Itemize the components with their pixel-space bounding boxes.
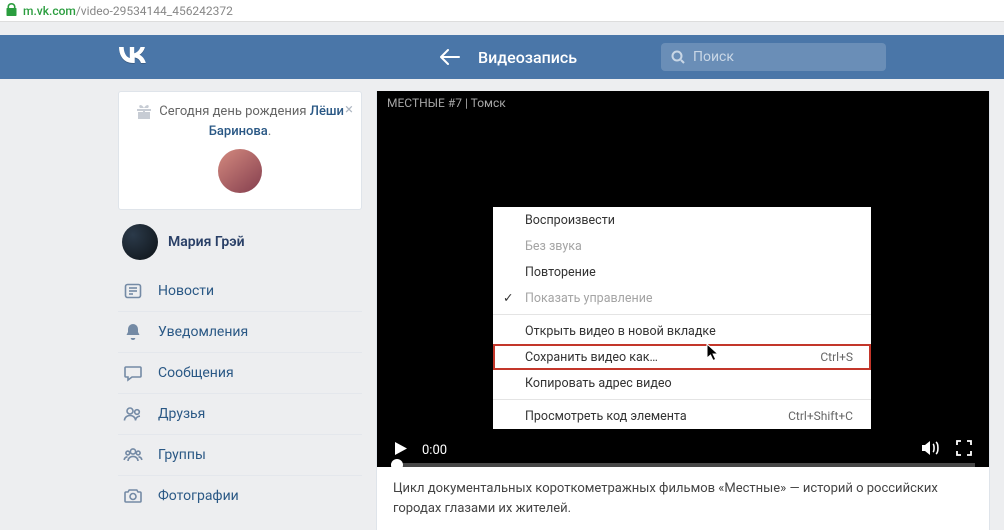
back-arrow-icon[interactable] xyxy=(440,49,460,65)
bell-icon xyxy=(122,322,144,342)
menu-item-label: Сохранить видео как… xyxy=(525,350,658,365)
menu-item-label: Просмотреть код элемента xyxy=(525,409,687,424)
fullscreen-icon[interactable] xyxy=(955,439,973,461)
url-host: m.vk.com xyxy=(23,4,76,18)
nav-messages[interactable]: Сообщения xyxy=(118,352,362,393)
nav-groups[interactable]: Группы xyxy=(118,434,362,475)
video-title: МЕСТНЫЕ #7 | Томск xyxy=(377,91,989,115)
birthday-prefix: Сегодня день рождения xyxy=(159,104,310,119)
vk-topbar: Видеозапись Поиск xyxy=(0,35,1004,79)
video-pane: МЕСТНЫЕ #7 | Томск Воспроизвести Без звук… xyxy=(376,91,990,530)
menu-item-label: Повторение xyxy=(525,265,596,280)
context-menu-item[interactable]: Просмотреть код элемента Ctrl+Shift+C xyxy=(493,403,871,429)
vk-logo-icon[interactable] xyxy=(118,47,148,67)
menu-item-label: Открыть видео в новой вкладке xyxy=(525,324,716,339)
search-input[interactable]: Поиск xyxy=(661,43,886,71)
volume-icon[interactable] xyxy=(921,439,941,461)
nav-label: Уведомления xyxy=(158,324,248,340)
menu-item-shortcut: Ctrl+S xyxy=(820,350,853,364)
friends-icon xyxy=(122,404,144,424)
message-icon xyxy=(122,363,144,383)
context-menu-separator xyxy=(493,314,871,315)
search-icon xyxy=(671,50,685,64)
profile-name: Мария Грэй xyxy=(168,234,245,250)
context-menu-item[interactable]: Воспроизвести xyxy=(493,207,871,233)
context-menu-separator xyxy=(493,399,871,400)
nav-label: Друзья xyxy=(158,406,205,422)
video-description: Цикл документальных короткометражных фил… xyxy=(377,467,989,530)
context-menu-item[interactable]: Копировать адрес видео xyxy=(493,370,871,396)
context-menu: Воспроизвести Без звука Повторение ✓ Показат… xyxy=(493,207,871,429)
search-placeholder: Поиск xyxy=(693,49,734,65)
menu-item-label: Копировать адрес видео xyxy=(525,376,672,391)
profile-row[interactable]: Мария Грэй xyxy=(118,210,362,270)
close-icon[interactable]: × xyxy=(345,98,353,121)
context-menu-item[interactable]: Сохранить видео как… Ctrl+S xyxy=(493,344,871,370)
progress-bar[interactable] xyxy=(391,463,975,467)
newspaper-icon xyxy=(122,281,144,301)
groups-icon xyxy=(122,445,144,465)
url-path: /video-29534144_456242372 xyxy=(76,4,233,18)
nav-label: Фотографии xyxy=(158,488,239,504)
menu-item-label: Без звука xyxy=(525,239,582,254)
birthday-card: × Сегодня день рождения Лёши Баринова. xyxy=(118,91,362,210)
nav-news[interactable]: Новости xyxy=(118,270,362,311)
menu-item-label: Воспроизвести xyxy=(525,213,615,228)
browser-url-bar[interactable]: m.vk.com /video-29534144_456242372 xyxy=(0,0,1004,22)
video-player[interactable]: Воспроизвести Без звука Повторение ✓ Показат… xyxy=(377,115,989,467)
nav-photos[interactable]: Фотографии xyxy=(118,475,362,516)
sidebar: × Сегодня день рождения Лёши Баринова. М… xyxy=(118,91,362,530)
camera-icon xyxy=(122,486,144,506)
lock-icon xyxy=(6,3,17,19)
nav-label: Группы xyxy=(158,447,206,463)
check-icon: ✓ xyxy=(503,290,513,306)
page-title: Видеозапись xyxy=(478,48,577,67)
play-icon[interactable] xyxy=(393,441,408,460)
birthday-suffix: . xyxy=(268,124,271,139)
nav-label: Сообщения xyxy=(158,365,234,381)
progress-knob[interactable] xyxy=(391,459,403,471)
profile-avatar xyxy=(122,224,158,260)
nav-label: Новости xyxy=(158,283,214,299)
menu-item-shortcut: Ctrl+Shift+C xyxy=(788,409,853,423)
player-controls: 0:00 xyxy=(377,433,989,467)
birthday-avatar[interactable] xyxy=(218,149,262,193)
nav-list: Новости Уведомления Сообщения Друзья xyxy=(118,270,362,516)
context-menu-item: Без звука xyxy=(493,233,871,259)
nav-friends[interactable]: Друзья xyxy=(118,393,362,434)
menu-item-label: Показать управление xyxy=(525,291,653,306)
nav-notifications[interactable]: Уведомления xyxy=(118,311,362,352)
context-menu-item: ✓ Показать управление xyxy=(493,285,871,311)
gift-icon xyxy=(136,104,152,120)
context-menu-item[interactable]: Открыть видео в новой вкладке xyxy=(493,318,871,344)
player-time: 0:00 xyxy=(422,443,447,458)
context-menu-item[interactable]: Повторение xyxy=(493,259,871,285)
